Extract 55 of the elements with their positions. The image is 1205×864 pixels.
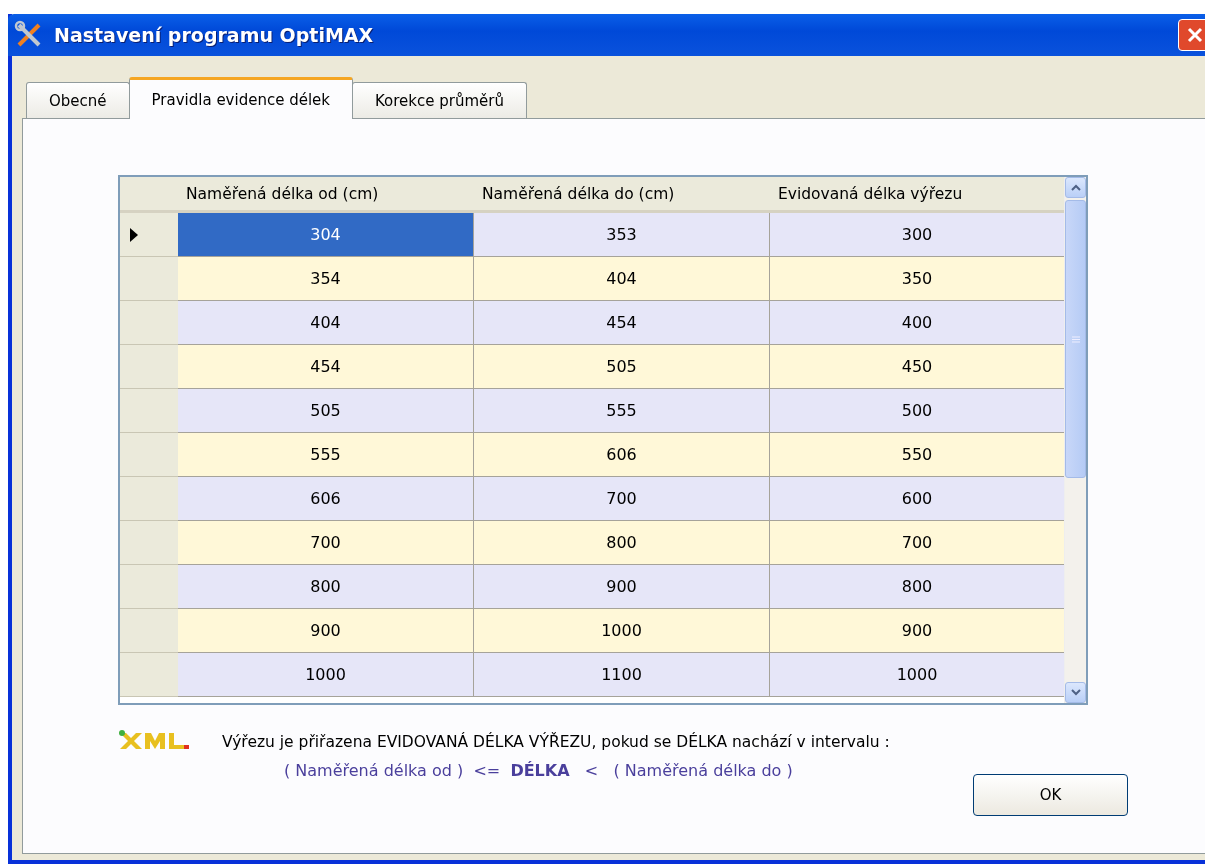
corner-header [120, 177, 178, 213]
table-cell[interactable]: 555 [474, 389, 770, 433]
table-cell[interactable]: 454 [474, 301, 770, 345]
grip-icon [1071, 335, 1080, 343]
table-cell[interactable]: 505 [474, 345, 770, 389]
scroll-down-button[interactable] [1065, 682, 1086, 703]
table-cell[interactable]: 600 [770, 477, 1064, 521]
scroll-up-button[interactable] [1065, 177, 1086, 198]
table-cell[interactable]: 700 [178, 521, 474, 565]
table-cell[interactable]: 450 [770, 345, 1064, 389]
table-cell[interactable]: 555 [178, 433, 474, 477]
table-cell[interactable]: 900 [770, 609, 1064, 653]
current-row-icon [130, 227, 138, 242]
tab[interactable]: Korekce průměrů [352, 82, 527, 118]
tab[interactable]: Obecné [26, 82, 130, 118]
row-header[interactable] [120, 213, 178, 257]
column-header[interactable]: Naměřená délka do (cm) [474, 177, 770, 213]
chevron-down-icon [1070, 689, 1081, 696]
table-cell[interactable]: 454 [178, 345, 474, 389]
table-cell[interactable]: 900 [178, 609, 474, 653]
tab[interactable]: Pravidla evidence délek [128, 77, 353, 119]
table-cell[interactable]: 500 [770, 389, 1064, 433]
column-header[interactable]: Naměřená délka od (cm) [178, 177, 474, 213]
table-cell[interactable]: 1000 [770, 653, 1064, 697]
rule-description: Výřezu je přiřazena EVIDOVANÁ DÉLKA VÝŘEZU, pokud se DÉLKA nachází v intervalu : [222, 733, 890, 751]
table-cell[interactable]: 300 [770, 213, 1064, 257]
table-cell[interactable]: 400 [770, 301, 1064, 345]
window-title: Nastavení programu OptiMAX [54, 24, 375, 46]
table-cell[interactable]: 354 [178, 257, 474, 301]
table-cell[interactable]: 606 [178, 477, 474, 521]
table-cell[interactable]: 800 [770, 565, 1064, 609]
table-cell[interactable]: 550 [770, 433, 1064, 477]
table-cell[interactable]: 1000 [474, 609, 770, 653]
table-cell[interactable]: 353 [474, 213, 770, 257]
scroll-thumb[interactable] [1065, 200, 1086, 478]
chevron-up-icon [1070, 184, 1081, 191]
table-cell[interactable]: 350 [770, 257, 1064, 301]
table-cell[interactable]: 700 [474, 477, 770, 521]
table-cell[interactable]: 404 [474, 257, 770, 301]
vertical-scrollbar[interactable] [1064, 177, 1086, 703]
ok-button[interactable]: OK [973, 774, 1128, 816]
close-button[interactable] [1178, 19, 1205, 51]
rule-formula: ( Naměřená délka od ) <= DÉLKA < ( Naměřená délka do ) [284, 761, 794, 780]
column-header[interactable]: Evidovaná délka výřezu [770, 177, 1064, 213]
table-cell[interactable]: 304 [178, 213, 474, 257]
table-cell[interactable]: 800 [178, 565, 474, 609]
table-cell[interactable]: 1100 [474, 653, 770, 697]
close-icon [1186, 26, 1204, 44]
table-cell[interactable]: 800 [474, 521, 770, 565]
table-cell[interactable]: 700 [770, 521, 1064, 565]
table-cell[interactable]: 404 [178, 301, 474, 345]
table-cell[interactable]: 505 [178, 389, 474, 433]
table-cell[interactable]: 606 [474, 433, 770, 477]
table-cell[interactable]: 1000 [178, 653, 474, 697]
table-cell[interactable]: 900 [474, 565, 770, 609]
